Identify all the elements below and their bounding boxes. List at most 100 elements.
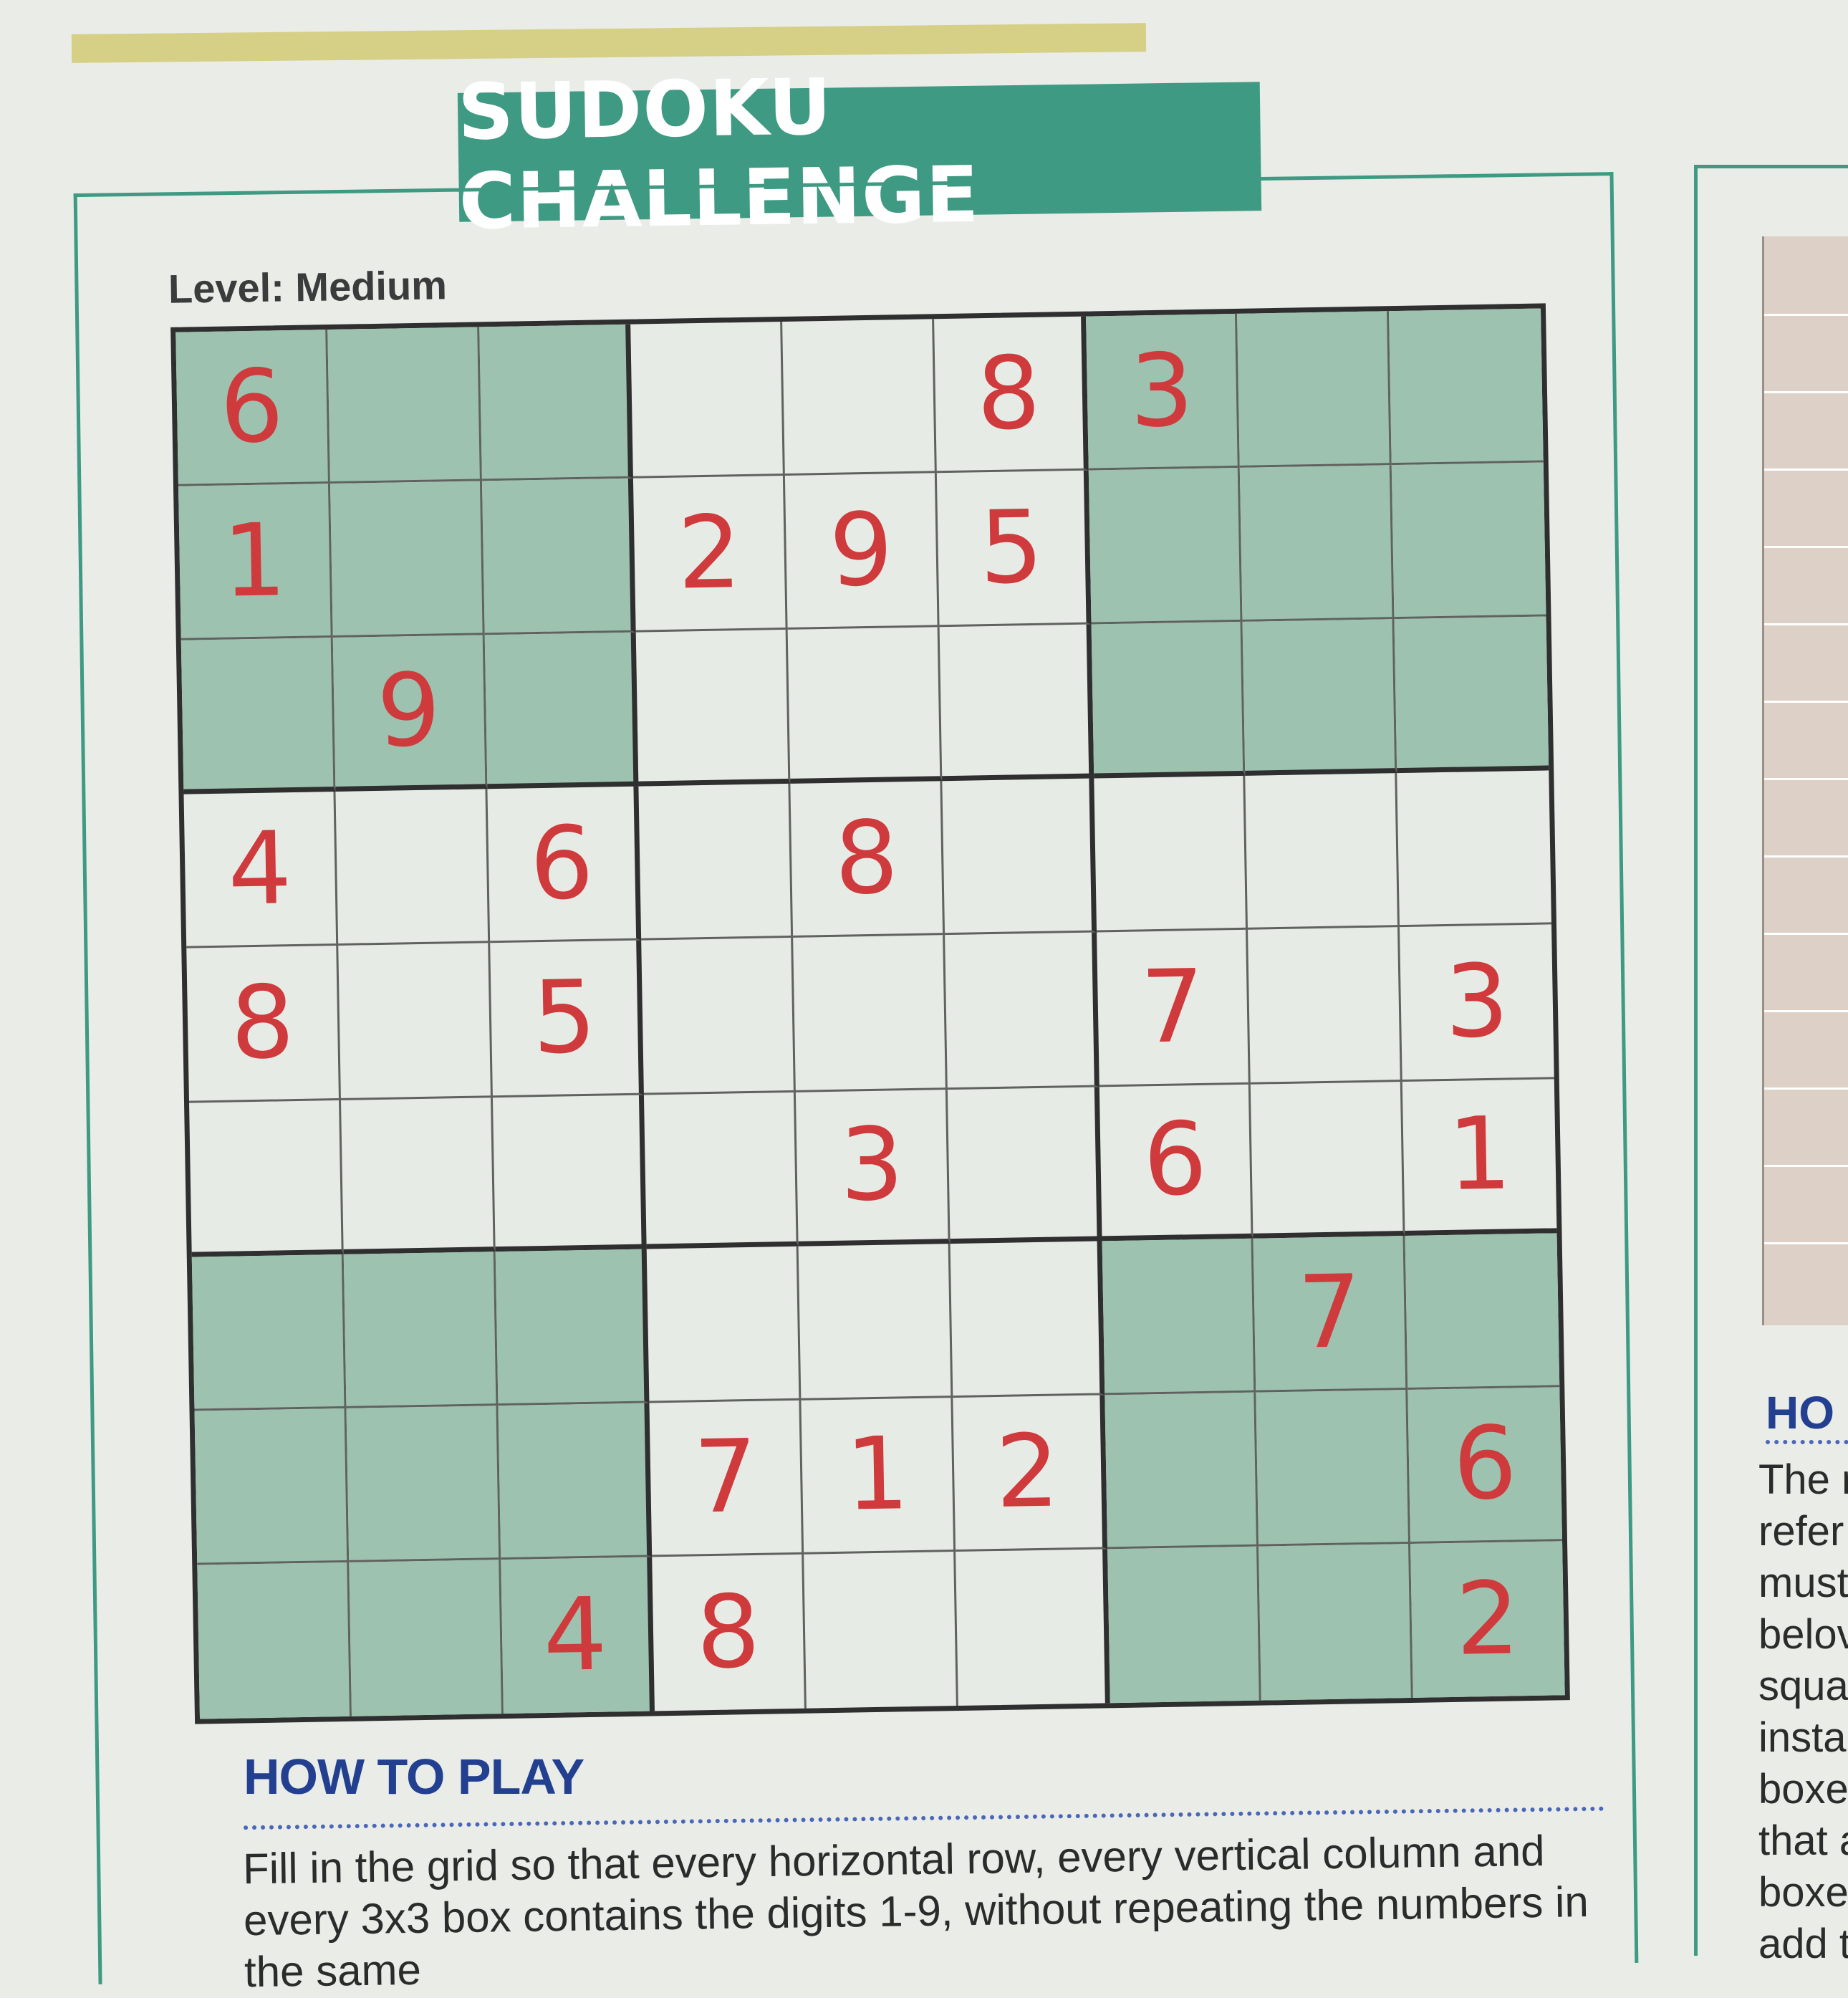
sudoku-cell: 7 [649,1400,804,1557]
sudoku-cell[interactable] [481,478,636,635]
sudoku-cell[interactable] [484,632,639,789]
adjacent-grid-line [1764,1010,1848,1012]
adjacent-text-line: The r [1758,1456,1848,1503]
sudoku-cell[interactable] [644,1092,799,1249]
sudoku-cell: 6 [1407,1387,1562,1544]
adjacent-grid-line [1764,546,1848,548]
sudoku-cell[interactable] [492,1095,648,1252]
sudoku-cell[interactable] [947,1086,1102,1244]
adjacent-grid-line [1764,933,1848,935]
adjacent-grid-line [1764,778,1848,780]
sudoku-cell: 7 [1253,1235,1408,1393]
adjacent-grid-line [1764,701,1848,703]
sudoku-cell[interactable] [181,638,336,795]
sudoku-cell: 1 [801,1397,956,1555]
sudoku-cell: 2 [633,476,788,633]
sudoku-cell[interactable] [793,935,948,1092]
sudoku-cell[interactable] [1091,622,1246,779]
sudoku-cell[interactable] [1389,308,1544,466]
adjacent-text-line: belov [1758,1611,1848,1658]
adjacent-grid-line [1764,623,1848,625]
sudoku-cell[interactable] [630,321,785,479]
sudoku-cell[interactable] [349,1560,504,1716]
adjacent-grid-line [1764,314,1848,316]
sudoku-cell[interactable] [1256,1389,1411,1547]
sudoku-cell: 1 [178,484,333,640]
sudoku-cell: 7 [1096,930,1251,1087]
sudoku-cell[interactable] [647,1246,802,1403]
sudoku-cell: 1 [1402,1078,1557,1236]
adjacent-text-line: add t [1758,1921,1848,1967]
sudoku-cell[interactable] [1251,1081,1405,1239]
sudoku-cell: 4 [183,792,339,949]
sudoku-cell[interactable] [1391,462,1546,620]
sudoku-grid: 68312959468857336177126482 [170,303,1570,1724]
sudoku-cell[interactable] [782,319,937,476]
sudoku-cell[interactable] [1397,770,1551,928]
sudoku-cell[interactable] [1245,773,1400,931]
sudoku-cell: 8 [652,1554,807,1711]
sudoku-cell[interactable] [1259,1543,1413,1701]
sudoku-cell[interactable] [1240,465,1395,623]
sudoku-cell[interactable] [787,627,943,784]
sudoku-cell[interactable] [498,1403,653,1560]
sudoku-cell[interactable] [329,481,485,638]
adjacent-grid-line [1764,1242,1848,1244]
adjacent-text-line: squar [1758,1663,1848,1709]
sudoku-cell: 6 [486,786,642,943]
sudoku-cell[interactable] [1394,616,1549,774]
sudoku-cell[interactable] [191,1254,347,1411]
sudoku-cell[interactable] [638,784,794,941]
sudoku-cell[interactable] [340,1097,496,1254]
sudoku-cell[interactable] [189,1100,344,1257]
sudoku-cell: 6 [175,330,330,486]
sudoku-cell[interactable] [1104,1392,1259,1550]
level-label: Level: Medium [168,262,448,312]
sudoku-cell: 3 [1400,924,1554,1082]
sudoku-cell: 9 [784,473,940,630]
sudoku-cell[interactable] [194,1408,350,1565]
sudoku-cell[interactable] [335,789,490,946]
adjacent-text-line: refer [1758,1508,1844,1555]
sudoku-cell[interactable] [1093,776,1248,933]
sudoku-cell[interactable] [478,324,634,481]
sudoku-cell[interactable] [804,1551,958,1709]
adjacent-text-line: instar [1758,1714,1848,1761]
sudoku-cell[interactable] [1248,927,1402,1085]
sudoku-cell: 3 [796,1089,951,1247]
sudoku-cell: 8 [186,946,341,1103]
sudoku-cell[interactable] [955,1549,1110,1706]
sudoku-cell[interactable] [197,1562,352,1719]
sudoku-cell[interactable] [635,630,791,787]
adjacent-text-line: boxes [1758,1766,1848,1812]
sudoku-cell[interactable] [495,1249,650,1406]
adjacent-grid-line [1764,391,1848,393]
sudoku-cell: 5 [489,940,645,1098]
sudoku-cell[interactable] [1405,1232,1560,1390]
adjacent-dotted-divider [1766,1440,1848,1444]
sudoku-cell[interactable] [1102,1238,1256,1396]
sudoku-cell: 3 [1085,313,1241,471]
adjacent-grid-line [1764,469,1848,471]
how-to-play-heading: HOW TO PLAY [244,1749,584,1805]
sudoku-cell[interactable] [338,943,493,1100]
sudoku-cell[interactable] [798,1243,953,1401]
sudoku-cell[interactable] [942,778,1097,936]
adjacent-grid-line [1764,1087,1848,1090]
adjacent-heading: HO [1766,1387,1834,1439]
adjacent-puzzle-grid [1762,236,1848,1325]
sudoku-cell[interactable] [346,1405,501,1562]
adjacent-text-line: that a [1758,1817,1848,1864]
sudoku-cell: 5 [936,470,1092,628]
sudoku-cell[interactable] [950,1241,1105,1398]
sudoku-cell[interactable] [944,932,1099,1090]
sudoku-cell[interactable] [343,1251,499,1408]
sudoku-cell[interactable] [1107,1546,1262,1704]
sudoku-cell[interactable] [1088,467,1243,625]
sudoku-cell[interactable] [939,624,1094,782]
sudoku-cell[interactable] [641,938,797,1095]
sudoku-cell: 2 [953,1395,1107,1552]
sudoku-cell[interactable] [1237,311,1392,468]
sudoku-cell[interactable] [327,327,482,484]
sudoku-cell[interactable] [1242,619,1397,777]
